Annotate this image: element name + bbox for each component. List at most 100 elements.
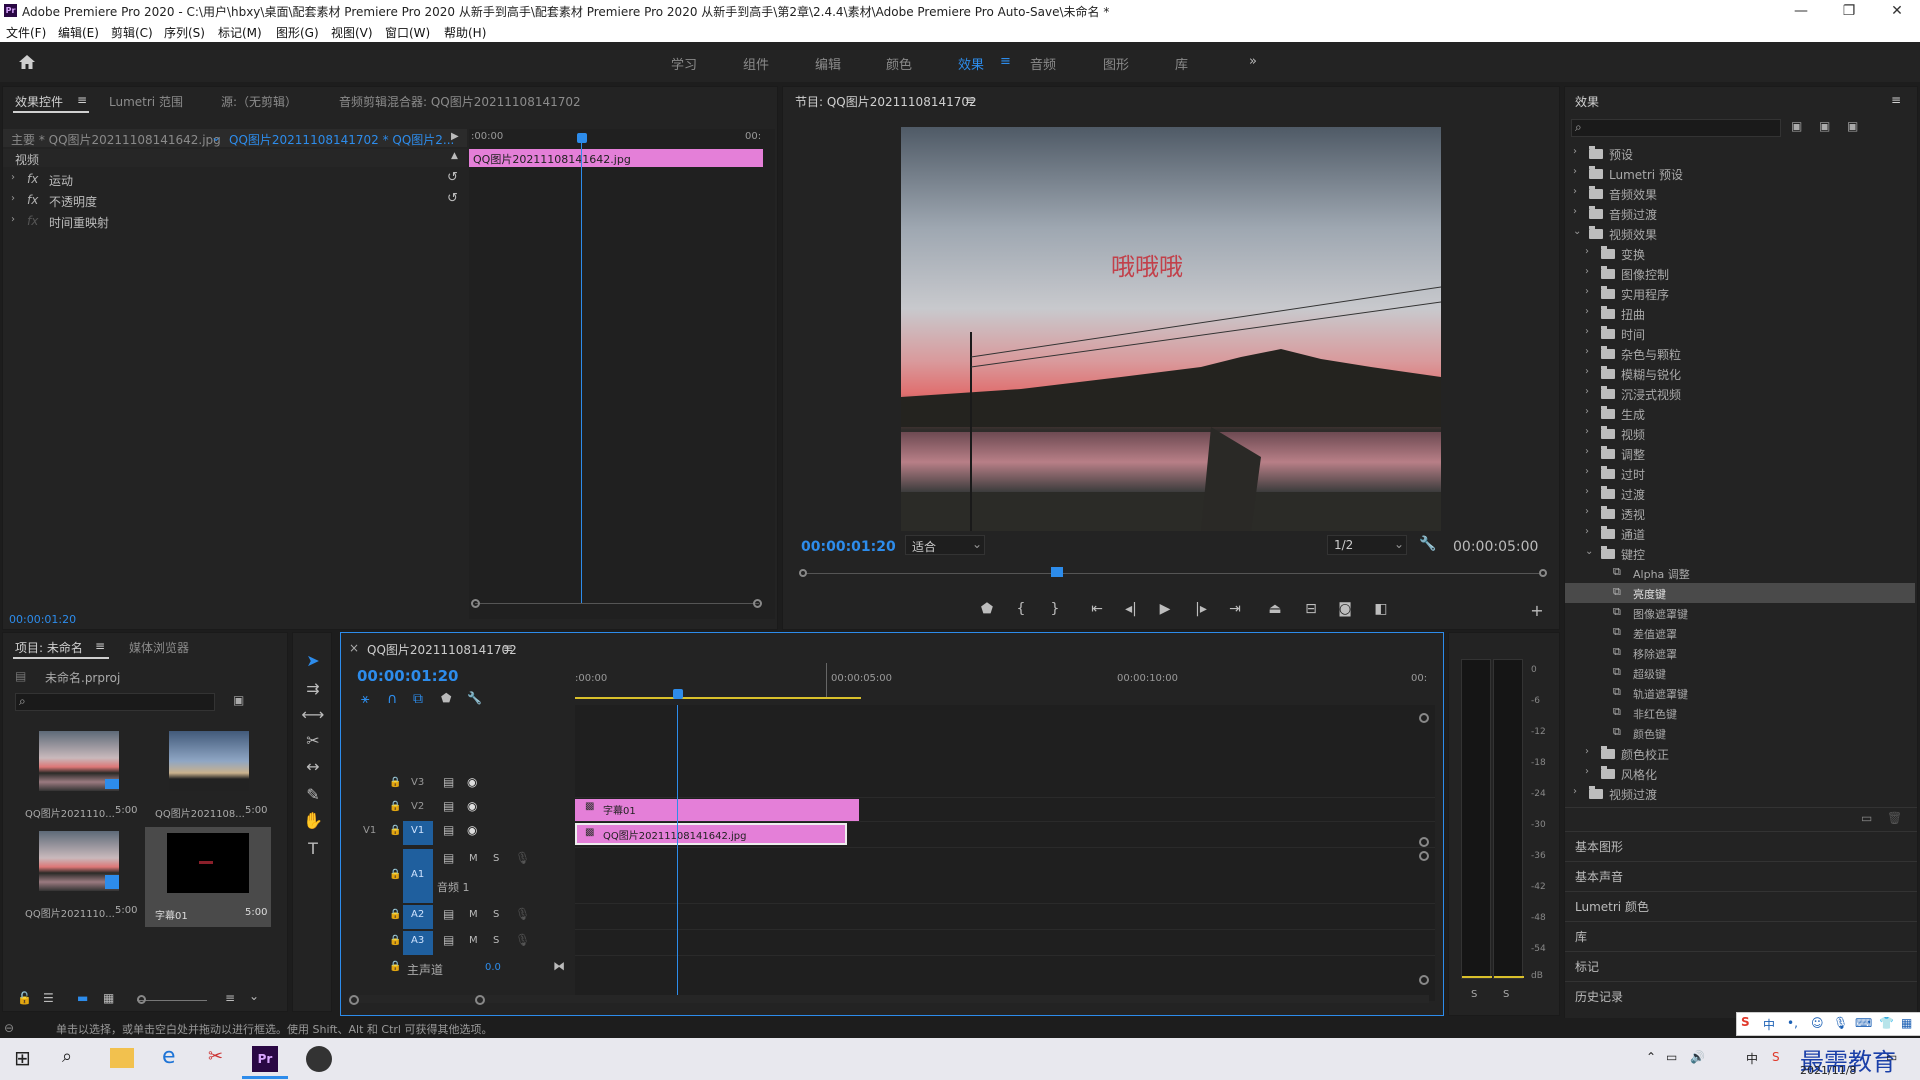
pen-tool-icon[interactable]: ✎ [301,785,325,804]
lock-icon[interactable]: 🔒 [389,961,401,972]
effect-item[interactable]: ⧉ 亮度键 [1565,583,1915,603]
sequence-clip-label[interactable]: QQ图片20211108141702 * QQ图片2... [229,131,454,148]
zoom-handle-right[interactable] [753,599,762,608]
ime-mode-label[interactable]: 中 [1763,1016,1775,1033]
close-button[interactable]: ✕ [1877,1,1917,21]
lock-icon[interactable]: 🔒 [389,777,401,788]
new-bin-icon[interactable]: ▭ [1861,811,1872,825]
scroll-handle[interactable] [1419,837,1429,847]
chevron-right-icon[interactable]: › [1573,186,1577,197]
collapse-icon[interactable]: ▲ [451,151,458,161]
fit-dropdown[interactable]: 适合 ⌄ [905,535,985,555]
toolbox-icon[interactable]: ▦ [1901,1016,1912,1030]
timeline-clip-selected[interactable]: ▩ QQ图片20211108141642.jpg [575,823,847,845]
selection-tool-icon[interactable]: ➤ [301,651,325,670]
chevron-right-icon[interactable]: › [1573,206,1577,217]
linked-selection-icon[interactable]: ⧉ [413,691,423,707]
effect-folder[interactable]: › 透视 [1565,503,1895,523]
effect-folder[interactable]: › 扭曲 [1565,303,1895,323]
eye-icon[interactable]: ◉ [467,775,477,789]
extract-icon[interactable]: ⊟ [1301,601,1321,617]
thumb-size-slider[interactable] [137,1000,207,1001]
yuv-effects-icon[interactable]: ▣ [1847,119,1858,133]
tab-lumetri-scopes[interactable]: Lumetri 范围 [109,93,183,110]
scroll-handle[interactable] [349,995,359,1005]
chevron-right-icon[interactable]: › [1585,346,1589,357]
effect-row-motion[interactable]: › fx 运动 ↺ [3,169,467,189]
menu-graphics[interactable]: 图形(G) [276,24,319,41]
chevron-right-icon[interactable]: › [1585,446,1589,457]
effect-folder[interactable]: › 音频效果 [1565,183,1895,203]
section-markers[interactable]: 标记 [1565,951,1917,977]
chevron-right-icon[interactable]: › [1585,386,1589,397]
chevron-right-icon[interactable]: › [1573,166,1577,177]
project-item-selected[interactable]: 字幕01 5:00 [145,827,271,927]
slip-tool-icon[interactable]: ↔ [301,757,325,776]
menu-view[interactable]: 视图(V) [331,24,373,41]
effect-row-time-remap[interactable]: › fx 时间重映射 [3,211,467,231]
tab-audio-clip-mixer[interactable]: 音频剪辑混合器: QQ图片20211108141702 [339,93,581,110]
track-target-v1[interactable]: V1 [403,821,433,845]
source-patch-v1[interactable]: V1 [363,825,376,836]
effect-folder[interactable]: › 风格化 [1565,763,1895,783]
chevron-right-icon[interactable]: › [1585,286,1589,297]
effect-folder[interactable]: › 视频过渡 [1565,783,1895,803]
close-icon[interactable]: × [349,641,359,655]
chevron-down-icon[interactable]: ⌄ [249,989,259,1003]
microphone-icon[interactable]: 🎙 [515,851,530,865]
ime-toolbar[interactable]: S 中 •, ☺ 🎙 ⌨ 👕 ▦ [1736,1012,1920,1036]
track-target-a3[interactable]: A3 [403,931,433,955]
maximize-button[interactable]: ❐ [1829,1,1869,21]
mark-out-icon[interactable]: } [1045,601,1065,617]
type-tool-icon[interactable]: T [301,839,325,858]
scroll-handle[interactable] [1419,713,1429,723]
menu-marker[interactable]: 标记(M) [218,24,262,41]
workspace-learn[interactable]: 学习 [671,54,697,73]
more-workspaces-icon[interactable]: » [1249,54,1257,69]
menu-help[interactable]: 帮助(H) [444,24,486,41]
effect-folder[interactable]: › 过渡 [1565,483,1895,503]
new-bin-icon[interactable]: ▣ [233,693,244,707]
chevron-right-icon[interactable]: › [11,214,15,225]
skin-icon[interactable]: 👕 [1879,1016,1894,1030]
track-target-a1[interactable]: A1 [403,849,433,903]
workspace-graphics[interactable]: 图形 [1103,54,1129,73]
scrubber-right-handle[interactable] [1539,569,1547,577]
keyboard-icon[interactable]: ⌨ [1855,1016,1872,1030]
effect-item[interactable]: ⧉ 超级键 [1565,663,1895,683]
effect-folder[interactable]: › 颜色校正 [1565,743,1895,763]
section-libraries[interactable]: 库 [1565,921,1917,947]
sync-lock-icon[interactable]: ▤ [443,823,454,837]
play-only-icon[interactable]: ▶ [451,131,459,142]
effect-item[interactable]: ⧉ 图像遮罩键 [1565,603,1895,623]
tab-effect-controls[interactable]: 效果控件 [15,93,63,110]
lock-icon[interactable]: 🔒 [389,825,401,836]
effect-folder[interactable]: › 通道 [1565,523,1895,543]
sync-lock-icon[interactable]: ▤ [443,851,454,865]
chevron-right-icon[interactable]: › [1573,786,1577,797]
tab-source[interactable]: 源:（无剪辑） [221,93,297,110]
scroll-handle[interactable] [1419,975,1429,985]
media-app-icon[interactable] [306,1046,332,1072]
sync-lock-icon[interactable]: ▤ [443,775,454,789]
panel-menu-icon[interactable]: ≡ [95,639,105,653]
solo-button[interactable]: S [493,853,499,864]
ripple-edit-tool-icon[interactable]: ⟷ [301,705,325,724]
go-to-out-icon[interactable]: ⇥ [1225,601,1245,617]
punctuation-icon[interactable]: •, [1787,1016,1798,1030]
playhead-handle[interactable] [673,689,683,699]
timeline-timecode[interactable]: 00:00:01:20 [357,667,459,685]
notifications-icon[interactable]: ▭ [1886,1050,1897,1064]
chevron-right-icon[interactable]: › [1585,326,1589,337]
reset-icon[interactable]: ↺ [447,191,458,206]
effect-item[interactable]: ⧉ 轨道遮罩键 [1565,683,1895,703]
network-icon[interactable]: ▭ [1666,1050,1677,1064]
chevron-right-icon[interactable]: › [1585,506,1589,517]
chevron-down-icon[interactable]: ⌄ [1573,226,1581,237]
workspace-audio[interactable]: 音频 [1030,54,1056,73]
reset-icon[interactable]: ↺ [447,170,458,185]
windows-start-icon[interactable]: ⊞ [14,1046,31,1070]
lock-icon[interactable]: 🔒 [389,909,401,920]
workspace-effects[interactable]: 效果 [958,54,984,73]
work-area-bar[interactable] [575,697,861,699]
